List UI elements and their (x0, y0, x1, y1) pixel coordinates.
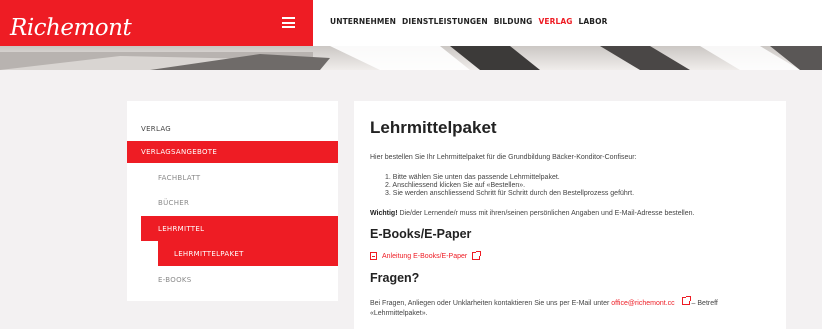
banner-image (0, 46, 822, 70)
step-item: 1. Bitte wählen Sie unten das passende L… (385, 174, 560, 181)
step-item: 2. Anschliessend klicken Sie auf «Bestel… (385, 182, 526, 189)
logo-block[interactable]: Richemont (0, 0, 313, 52)
page-title: Lehrmittelpaket (370, 118, 497, 137)
ebooks-guide-label: Anleitung E-Books/E-Paper (382, 252, 468, 260)
nav-item-dienstleistungen[interactable]: DIENSTLEISTUNGEN (402, 17, 488, 26)
nav-item-unternehmen[interactable]: UNTERNEHMEN (330, 17, 396, 26)
sidebar-item-fachblatt[interactable]: FACHBLATT (158, 174, 200, 182)
ebooks-heading: E-Books/E-Paper (370, 227, 472, 241)
external-link-icon (681, 296, 691, 305)
top-navigation-bar: UNTERNEHMEN DIENSTLEISTUNGEN BILDUNG VER… (313, 0, 822, 46)
important-label: Wichtig! (370, 210, 398, 217)
menu-icon[interactable] (282, 17, 295, 28)
sidebar-item-lehrmittelpaket[interactable]: LEHRMITTELPAKET (158, 241, 338, 266)
main-content: Lehrmittelpaket Hier bestellen Sie Ihr L… (354, 101, 786, 329)
nav-item-labor[interactable]: LABOR (579, 17, 608, 26)
contact-text-before: Bei Fragen, Anliegen oder Unklarheiten k… (370, 300, 612, 307)
external-link-icon (472, 251, 482, 260)
sidebar: VERLAG VERLAGSANGEBOTE FACHBLATT BÜCHER … (127, 101, 338, 301)
nav-item-verlag[interactable]: VERLAG (538, 17, 572, 26)
sidebar-item-buecher[interactable]: BÜCHER (158, 199, 189, 207)
step-item: 3. Sie werden anschliessend Schritt für … (385, 190, 635, 197)
contact-text-after: – Betreff (689, 300, 718, 307)
ebooks-guide-link[interactable]: Anleitung E-Books/E-Paper (370, 251, 482, 260)
sidebar-item-verlagsangebote[interactable]: VERLAGSANGEBOTE (127, 141, 338, 163)
important-text: Die/der Lernende/r muss mit ihren/seinen… (397, 210, 695, 217)
pdf-icon (370, 252, 377, 260)
intro-text: Hier bestellen Sie Ihr Lehrmittelpaket f… (370, 154, 637, 161)
important-hint: Wichtig! Die/der Lernende/r muss mit ihr… (370, 210, 694, 217)
logo[interactable]: Richemont (10, 15, 132, 41)
sidebar-item-verlag[interactable]: VERLAG (141, 125, 171, 133)
sidebar-item-ebooks[interactable]: E-BOOKS (158, 276, 192, 284)
order-steps-list: 1. Bitte wählen Sie unten das passende L… (385, 174, 634, 198)
contact-text: Bei Fragen, Anliegen oder Unklarheiten k… (370, 296, 780, 319)
nav-item-bildung[interactable]: BILDUNG (494, 17, 533, 26)
contact-subject: «Lehrmittelpaket». (370, 310, 428, 317)
email-link[interactable]: office@richemont.cc (611, 300, 674, 307)
main-nav: UNTERNEHMEN DIENSTLEISTUNGEN BILDUNG VER… (330, 17, 613, 26)
sidebar-item-lehrmittel[interactable]: LEHRMITTEL (141, 216, 338, 241)
questions-heading: Fragen? (370, 271, 420, 285)
